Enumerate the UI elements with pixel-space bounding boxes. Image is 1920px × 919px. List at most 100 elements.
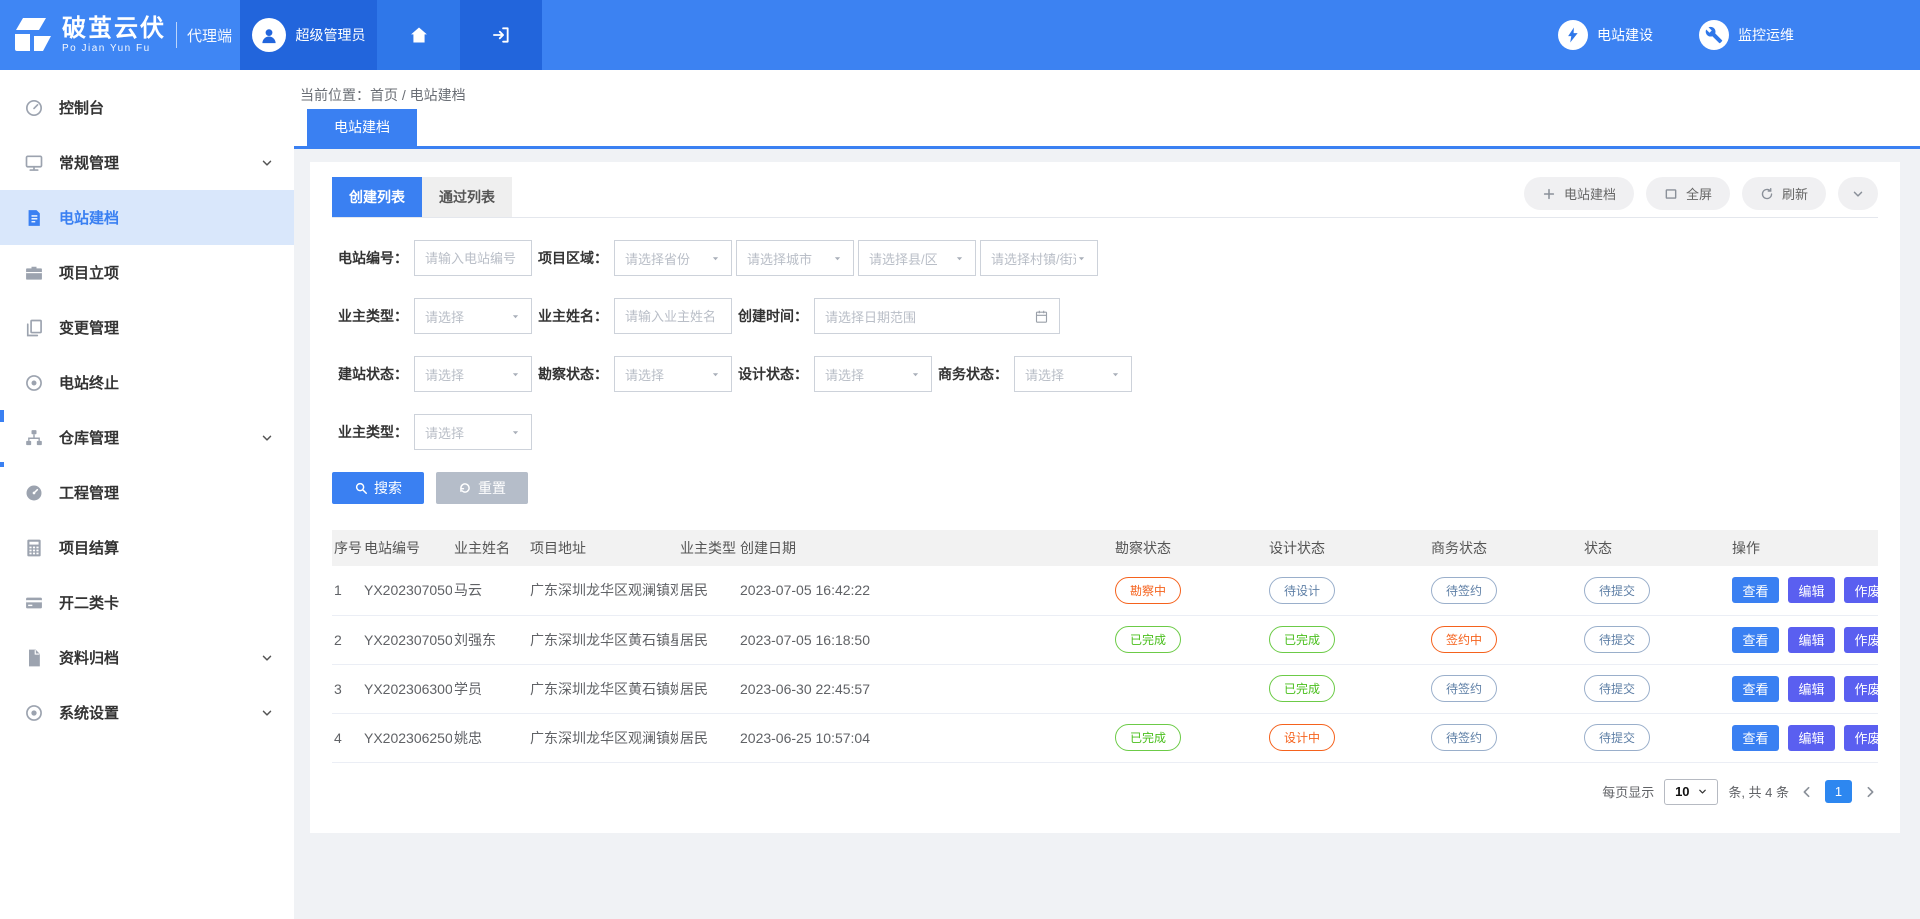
tab-2[interactable]: 通过列表 (422, 177, 512, 217)
address-cell: 广东深圳龙华区黄石镇姚家庄... (528, 664, 678, 713)
table-row: 3YX2023063000009学员广东深圳龙华区黄石镇姚家庄...居民2023… (332, 664, 1878, 713)
toolbar-button-3[interactable]: 刷新 (1742, 177, 1826, 210)
breadcrumb-path[interactable]: 首页 / 电站建档 (370, 87, 466, 103)
edit-button[interactable]: 编辑 (1788, 725, 1835, 751)
created-cell: 2023-07-05 16:42:22 (738, 566, 1113, 615)
sidebar-item-5[interactable]: 变更管理 (0, 300, 294, 355)
sidebar-item-9[interactable]: 项目结算 (0, 520, 294, 575)
pagination: 每页显示 10 条, 共 4 条 1 (332, 779, 1878, 805)
filter-select[interactable]: 请选择 (414, 414, 532, 450)
filter-daterange[interactable]: 请选择日期范围 (814, 298, 1060, 334)
owner-cell: 刘强东 (452, 615, 528, 664)
view-button[interactable]: 查看 (1732, 725, 1779, 751)
filter-select[interactable]: 请选择县/区 (858, 240, 976, 276)
filter-select[interactable]: 请选择城市 (736, 240, 854, 276)
table-body: 1YX2023070500011马云广东深圳龙华区观澜镇观湖路...居民2023… (332, 566, 1878, 762)
quick-link-2[interactable]: 监控运维 (1699, 20, 1794, 50)
search-button[interactable]: 搜索 (332, 472, 424, 504)
select-placeholder: 请选择 (1025, 365, 1064, 384)
filter-select[interactable]: 请选择省份 (614, 240, 732, 276)
actions-cell: 查看编辑作废 (1730, 664, 1878, 713)
filter-select[interactable]: 请选择 (814, 356, 932, 392)
filter-select[interactable]: 请选择 (614, 356, 732, 392)
sidebar-item-12[interactable]: 系统设置 (0, 685, 294, 740)
status-cell: 待提交 (1582, 664, 1730, 713)
caret-down-icon (1076, 253, 1087, 264)
edit-button[interactable]: 编辑 (1788, 577, 1835, 603)
invalidate-button[interactable]: 作废 (1844, 676, 1878, 702)
status-cell (1113, 664, 1267, 713)
breadcrumb-label: 当前位置： (300, 87, 370, 103)
sidebar-item-3[interactable]: 电站建档 (0, 190, 294, 245)
invalidate-button[interactable]: 作废 (1844, 725, 1878, 751)
filter-row-4: 业主类型： 请选择 (332, 414, 1878, 450)
filter-select[interactable]: 请选择 (414, 298, 532, 334)
view-button[interactable]: 查看 (1732, 577, 1779, 603)
sidebar-scroll-indicator (0, 410, 4, 422)
status-cell: 待签约 (1429, 566, 1582, 615)
select-placeholder: 请选择村镇/街道 (991, 249, 1076, 268)
panel-toolbar: 电站建档 全屏 刷新 (1524, 177, 1878, 210)
records-table: 序号电站编号业主姓名项目地址业主类型创建日期勘察状态设计状态商务状态状态操作 1… (332, 530, 1878, 763)
no-cell: 4 (332, 713, 362, 762)
sidebar-item-6[interactable]: 电站终止 (0, 355, 294, 410)
logout-button[interactable] (460, 0, 542, 70)
home-button[interactable] (377, 0, 460, 70)
file-icon (24, 648, 44, 668)
brand-title: 破茧云伏 (62, 17, 166, 41)
view-button[interactable]: 查看 (1732, 676, 1779, 702)
panel-card: 创建列表通过列表 电站建档全屏刷新 电站编号：项目区域：请选择省份请选择城市请选… (310, 162, 1900, 833)
dashboard-icon (24, 98, 44, 118)
created-cell: 2023-07-05 16:18:50 (738, 615, 1113, 664)
prev-page-button[interactable] (1799, 784, 1815, 800)
filter-input[interactable] (614, 298, 732, 334)
filter-form: 电站编号：项目区域：请选择省份请选择城市请选择县/区请选择村镇/街道业主类型：请… (332, 240, 1878, 450)
status-cell: 已完成 (1267, 615, 1429, 664)
sidebar-item-1[interactable]: 控制台 (0, 80, 294, 135)
per-page-select[interactable]: 10 (1664, 779, 1718, 805)
type-cell: 居民 (678, 713, 738, 762)
filter-select[interactable]: 请选择 (414, 356, 532, 392)
filter-select[interactable]: 请选择 (1014, 356, 1132, 392)
filter-label: 业主类型： (332, 422, 408, 442)
quick-link-1[interactable]: 电站建设 (1558, 20, 1653, 50)
filter-actions: 搜索 重置 (332, 472, 1878, 504)
reset-button[interactable]: 重置 (436, 472, 528, 504)
portal-label: 代理端 (177, 25, 232, 46)
column-header: 创建日期 (738, 530, 1113, 566)
page-tab[interactable]: 电站建档 (307, 109, 417, 146)
type-cell: 居民 (678, 566, 738, 615)
status-badge: 待签约 (1431, 675, 1497, 702)
edit-button[interactable]: 编辑 (1788, 627, 1835, 653)
toolbar-button-4[interactable] (1838, 177, 1878, 210)
calculator-icon (24, 538, 44, 558)
sidebar-item-7[interactable]: 仓库管理 (0, 410, 294, 465)
user-menu[interactable]: 超级管理员 (240, 0, 377, 70)
sidebar-item-2[interactable]: 常规管理 (0, 135, 294, 190)
toolbar-button-1[interactable]: 电站建档 (1524, 177, 1634, 210)
next-page-button[interactable] (1862, 784, 1878, 800)
toolbar-button-label: 全屏 (1686, 184, 1712, 203)
filter-select[interactable]: 请选择村镇/街道 (980, 240, 1098, 276)
actions-cell: 查看编辑作废 (1730, 713, 1878, 762)
filter-input[interactable] (414, 240, 532, 276)
sitemap-icon (24, 428, 44, 448)
caret-down-icon (710, 369, 721, 380)
sidebar-item-8[interactable]: 工程管理 (0, 465, 294, 520)
reset-button-label: 重置 (478, 478, 506, 498)
sidebar-item-11[interactable]: 资料归档 (0, 630, 294, 685)
toolbar-button-2[interactable]: 全屏 (1646, 177, 1730, 210)
fullscreen-icon (1664, 187, 1678, 201)
edit-button[interactable]: 编辑 (1788, 676, 1835, 702)
invalidate-button[interactable]: 作废 (1844, 627, 1878, 653)
invalidate-button[interactable]: 作废 (1844, 577, 1878, 603)
sidebar-item-10[interactable]: 开二类卡 (0, 575, 294, 630)
created-cell: 2023-06-30 22:45:57 (738, 664, 1113, 713)
sidebar-item-4[interactable]: 项目立项 (0, 245, 294, 300)
view-button[interactable]: 查看 (1732, 627, 1779, 653)
status-badge: 待提交 (1584, 626, 1650, 653)
current-page-button[interactable]: 1 (1825, 780, 1852, 803)
tab-1[interactable]: 创建列表 (332, 177, 422, 217)
status-badge: 已完成 (1269, 675, 1335, 702)
no-cell: 2 (332, 615, 362, 664)
